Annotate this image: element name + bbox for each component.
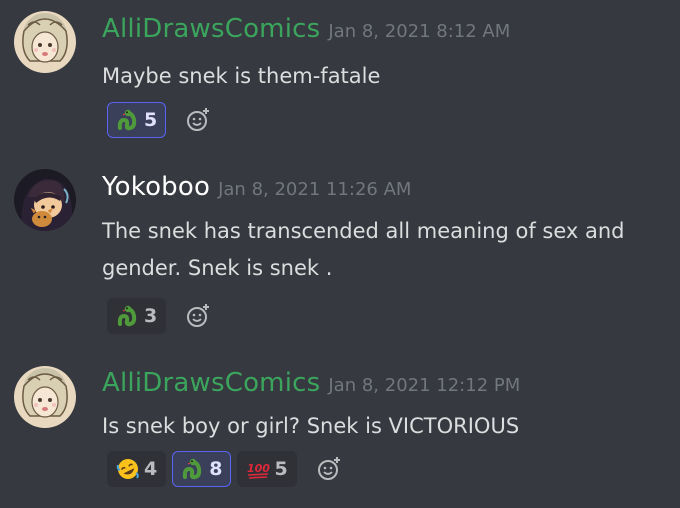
reaction-rofl[interactable]: 4 xyxy=(107,451,167,487)
add-reaction-icon xyxy=(317,457,340,480)
username[interactable]: Yokoboo xyxy=(102,172,210,202)
reaction-count: 3 xyxy=(144,305,158,327)
reaction-count: 5 xyxy=(274,458,288,480)
add-reaction-icon xyxy=(187,304,210,327)
add-reaction-button[interactable] xyxy=(184,106,212,134)
reaction-bar: 4 8 100 5 xyxy=(107,451,343,487)
message: Yokoboo Jan 8, 2021 11:26 AM The snek has… xyxy=(0,160,680,350)
message: AlliDrawsComics Jan 8, 2021 12:12 PM Is s… xyxy=(0,356,680,508)
avatar[interactable] xyxy=(14,169,76,231)
snek-emoji-icon xyxy=(117,305,137,327)
add-reaction-button[interactable] xyxy=(184,302,212,330)
snek-emoji-icon xyxy=(117,109,137,131)
message-text: Is snek boy or girl? Snek is VICTORIOUS xyxy=(102,414,520,438)
avatar[interactable] xyxy=(14,11,76,73)
reaction-snek[interactable]: 8 xyxy=(172,451,232,487)
reaction-snek[interactable]: 5 xyxy=(107,102,167,138)
reaction-count: 8 xyxy=(209,458,223,480)
add-reaction-icon xyxy=(187,108,210,131)
message-text: The snek has transcended all meaning of … xyxy=(102,219,625,280)
reaction-count: 5 xyxy=(144,109,158,131)
reaction-bar: 5 xyxy=(107,102,212,138)
timestamp[interactable]: Jan 8, 2021 12:12 PM xyxy=(328,375,520,396)
hundred-emoji-icon: 100 xyxy=(247,462,270,479)
message-header: AlliDrawsComics Jan 8, 2021 12:12 PM xyxy=(102,368,520,398)
rofl-emoji-icon xyxy=(116,459,139,479)
timestamp[interactable]: Jan 8, 2021 8:12 AM xyxy=(328,21,510,42)
reaction-count: 4 xyxy=(144,458,158,480)
message-header: Yokoboo Jan 8, 2021 11:26 AM xyxy=(102,172,411,202)
reaction-bar: 3 xyxy=(107,298,212,334)
reaction-hundred[interactable]: 100 5 xyxy=(237,451,297,487)
message-header: AlliDrawsComics Jan 8, 2021 8:12 AM xyxy=(102,14,510,44)
snek-emoji-icon xyxy=(183,458,202,480)
timestamp[interactable]: Jan 8, 2021 11:26 AM xyxy=(218,179,411,200)
message-text: Maybe snek is them-fatale xyxy=(102,64,381,88)
message: AlliDrawsComics Jan 8, 2021 8:12 AM Maybe… xyxy=(0,0,680,150)
add-reaction-button[interactable] xyxy=(315,455,343,483)
username[interactable]: AlliDrawsComics xyxy=(102,368,320,398)
username[interactable]: AlliDrawsComics xyxy=(102,14,320,44)
avatar[interactable] xyxy=(14,366,76,428)
svg-text:100: 100 xyxy=(247,462,270,475)
reaction-snek[interactable]: 3 xyxy=(107,298,167,334)
